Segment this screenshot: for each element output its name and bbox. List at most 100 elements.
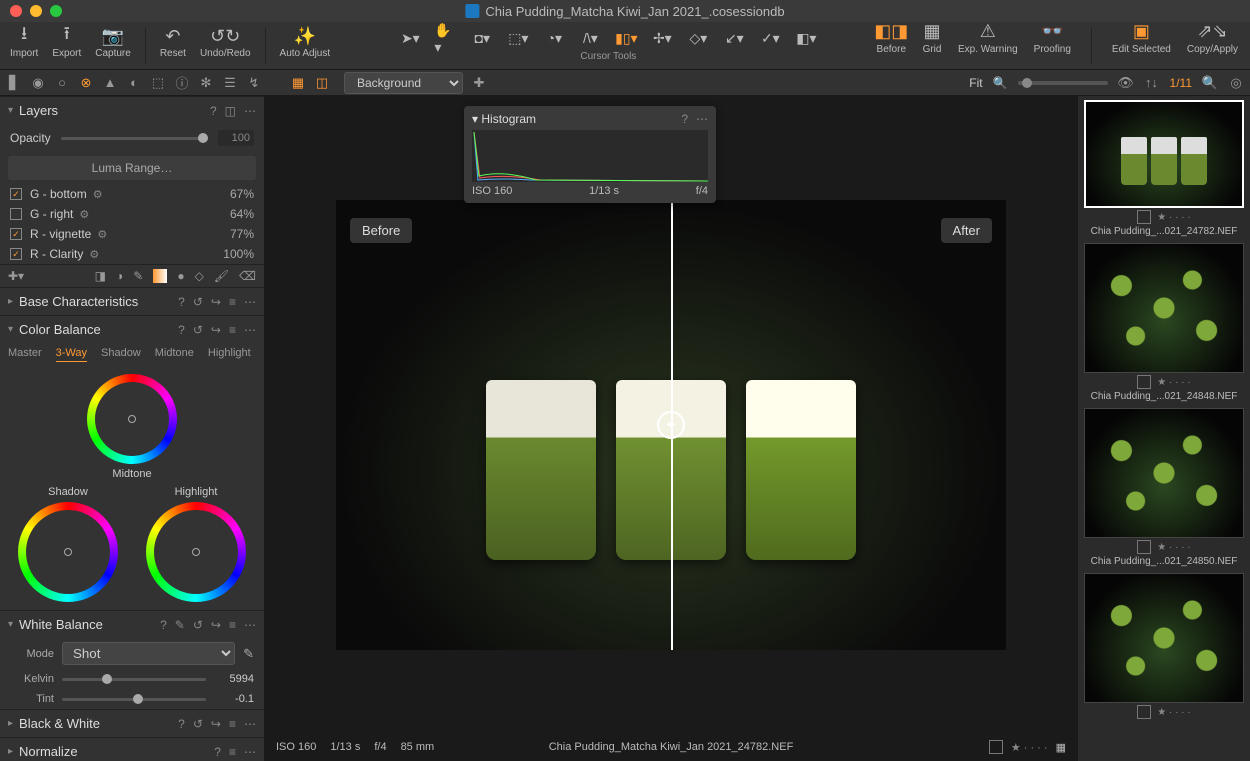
search-icon[interactable]: 🔍: [1202, 75, 1218, 91]
before-after-button[interactable]: ◧◨Before: [877, 22, 906, 70]
annotation-tool[interactable]: /\▾: [578, 30, 602, 48]
color-balance-tab[interactable]: Shadow: [101, 347, 141, 362]
quick-tab-icon[interactable]: ↯: [246, 75, 262, 91]
layer-options-icon[interactable]: ◫: [225, 104, 236, 118]
erase-icon[interactable]: ◇: [195, 269, 204, 283]
add-view-icon[interactable]: ✚: [471, 75, 487, 91]
tint-slider[interactable]: [62, 698, 206, 701]
highlight-color-wheel[interactable]: [146, 502, 246, 602]
exposure-tab-icon[interactable]: ○: [54, 75, 70, 91]
heal-tool[interactable]: ✢▾: [650, 30, 674, 48]
gradient-mask-icon[interactable]: ▮▯▾: [614, 30, 638, 48]
color-tag-icon[interactable]: ▦: [1056, 741, 1066, 754]
tint-value[interactable]: -0.1: [214, 693, 254, 705]
histogram-panel[interactable]: ▾ Histogram?⋯ ISO 1601/13 sf/4: [464, 106, 716, 203]
pointer-tool[interactable]: ➤▾: [398, 30, 422, 48]
capture-button[interactable]: 📷Capture: [95, 26, 131, 59]
add-layer-icon[interactable]: ✚▾: [8, 269, 24, 283]
fit-label[interactable]: Fit: [969, 76, 982, 90]
grid-button[interactable]: ▦Grid: [922, 22, 942, 70]
thumbnail-card[interactable]: ★ · · · ·Chia Pudding_...021_24782.NEF: [1082, 100, 1246, 237]
thumbnail-image[interactable]: [1084, 408, 1244, 538]
chevron-down-icon[interactable]: ▾: [8, 324, 13, 335]
layer-sliders-icon[interactable]: ⚙: [97, 228, 107, 241]
camera-tab-icon[interactable]: ◉: [30, 75, 46, 91]
erase-tool[interactable]: ◇▾: [686, 30, 710, 48]
crop-tool[interactable]: ◘▾: [470, 30, 494, 48]
invert-mask-icon[interactable]: ◑: [116, 269, 123, 283]
eyedrop-icon[interactable]: ✎: [133, 269, 143, 283]
shadow-color-wheel[interactable]: [18, 502, 118, 602]
layer-visibility-checkbox[interactable]: ✓: [10, 248, 22, 260]
color-balance-tab[interactable]: 3-Way: [56, 347, 87, 362]
chevron-right-icon[interactable]: ▸: [8, 746, 13, 757]
library-tab-icon[interactable]: ▋: [6, 75, 22, 91]
thumbnail-image[interactable]: [1084, 243, 1244, 373]
zoom-slider[interactable]: [1018, 81, 1108, 85]
brush-icon[interactable]: 🖌: [214, 269, 229, 283]
undo-redo-button[interactable]: ↺↻Undo/Redo: [200, 26, 251, 59]
gradient-swatch-icon[interactable]: [153, 269, 167, 283]
layer-sliders-icon[interactable]: ⚙: [89, 248, 99, 261]
background-select[interactable]: Background: [344, 72, 463, 94]
luma-range-button[interactable]: Luma Range…: [8, 156, 256, 180]
help-icon[interactable]: ?: [681, 112, 688, 126]
style-tab-icon[interactable]: ⬚: [150, 75, 166, 91]
layer-sliders-icon[interactable]: ⚙: [79, 208, 89, 221]
chevron-right-icon[interactable]: ▸: [8, 718, 13, 729]
color-tab-icon[interactable]: ⊗: [78, 75, 94, 91]
thumbnail-card[interactable]: ★ · · · ·Chia Pudding_...021_24850.NEF: [1082, 408, 1246, 567]
help-icon[interactable]: ?: [210, 104, 217, 118]
auto-adjust-button[interactable]: ✨Auto Adjust: [280, 26, 331, 59]
brush-tool[interactable]: ↙▾: [722, 30, 746, 48]
thumbnail-rating[interactable]: ★ · · · ·: [1137, 375, 1190, 389]
output-tab-icon[interactable]: ☰: [222, 75, 238, 91]
layer-row[interactable]: ✓G - bottom⚙67%: [0, 184, 264, 204]
preview-image[interactable]: Before After ◂▸: [336, 200, 1006, 650]
info-tab-icon[interactable]: ⓘ: [174, 75, 190, 91]
more-icon[interactable]: ⋯: [696, 112, 708, 126]
thumbnail-card[interactable]: ★ · · · ·: [1082, 573, 1246, 719]
layer-visibility-checkbox[interactable]: [10, 208, 22, 220]
close-window-button[interactable]: [10, 5, 22, 17]
opacity-slider[interactable]: [61, 137, 208, 140]
import-button[interactable]: ⭳Import: [10, 26, 38, 59]
layer-row[interactable]: ✓R - Clarity⚙100%: [0, 244, 264, 264]
feather-icon[interactable]: ●: [177, 269, 184, 283]
chevron-down-icon[interactable]: ▾: [8, 105, 13, 116]
delete-layer-icon[interactable]: ⌫: [239, 269, 256, 283]
layer-row[interactable]: ✓R - vignette⚙77%: [0, 224, 264, 244]
keystone-tool[interactable]: ◔▾: [542, 30, 566, 48]
color-balance-tab[interactable]: Midtone: [155, 347, 194, 362]
chevron-down-icon[interactable]: ▾: [8, 619, 13, 630]
details-tab-icon[interactable]: ▲: [102, 75, 118, 91]
picker-tool[interactable]: ✓▾: [758, 30, 782, 48]
star-rating[interactable]: ★ · · · ·: [1011, 741, 1048, 754]
midtone-color-wheel[interactable]: [87, 374, 177, 464]
overlay-tool[interactable]: ◧▾: [794, 30, 818, 48]
straighten-tool[interactable]: ⬚▾: [506, 30, 530, 48]
exposure-warning-button[interactable]: ⚠Exp. Warning: [958, 22, 1018, 70]
thumbnail-image[interactable]: [1084, 573, 1244, 703]
kelvin-value[interactable]: 5994: [214, 673, 254, 685]
split-handle[interactable]: ◂▸: [657, 411, 685, 439]
sort-icon[interactable]: ↑↓: [1144, 75, 1160, 91]
opacity-value[interactable]: 100: [218, 130, 254, 146]
layer-row[interactable]: G - right⚙64%: [0, 204, 264, 224]
mask-icon[interactable]: ◨: [95, 269, 106, 283]
copy-apply-button[interactable]: ⇗⇘Copy/Apply: [1187, 22, 1238, 70]
layer-visibility-checkbox[interactable]: ✓: [10, 188, 22, 200]
target-icon[interactable]: ◎: [1228, 75, 1244, 91]
rating-checkbox[interactable]: [989, 740, 1003, 754]
thumbnail-rating[interactable]: ★ · · · ·: [1137, 540, 1190, 554]
minimize-window-button[interactable]: [30, 5, 42, 17]
thumbnail-card[interactable]: ★ · · · ·Chia Pudding_...021_24848.NEF: [1082, 243, 1246, 402]
fullscreen-window-button[interactable]: [50, 5, 62, 17]
kelvin-slider[interactable]: [62, 678, 206, 681]
reset-button[interactable]: ↶Reset: [160, 26, 186, 59]
hand-tool[interactable]: ✋▾: [434, 30, 458, 48]
layer-sliders-icon[interactable]: ⚙: [93, 188, 103, 201]
thumbnail-rating[interactable]: ★ · · · ·: [1137, 705, 1190, 719]
export-button[interactable]: ⭱Export: [52, 26, 81, 59]
color-balance-tab[interactable]: Master: [8, 347, 42, 362]
